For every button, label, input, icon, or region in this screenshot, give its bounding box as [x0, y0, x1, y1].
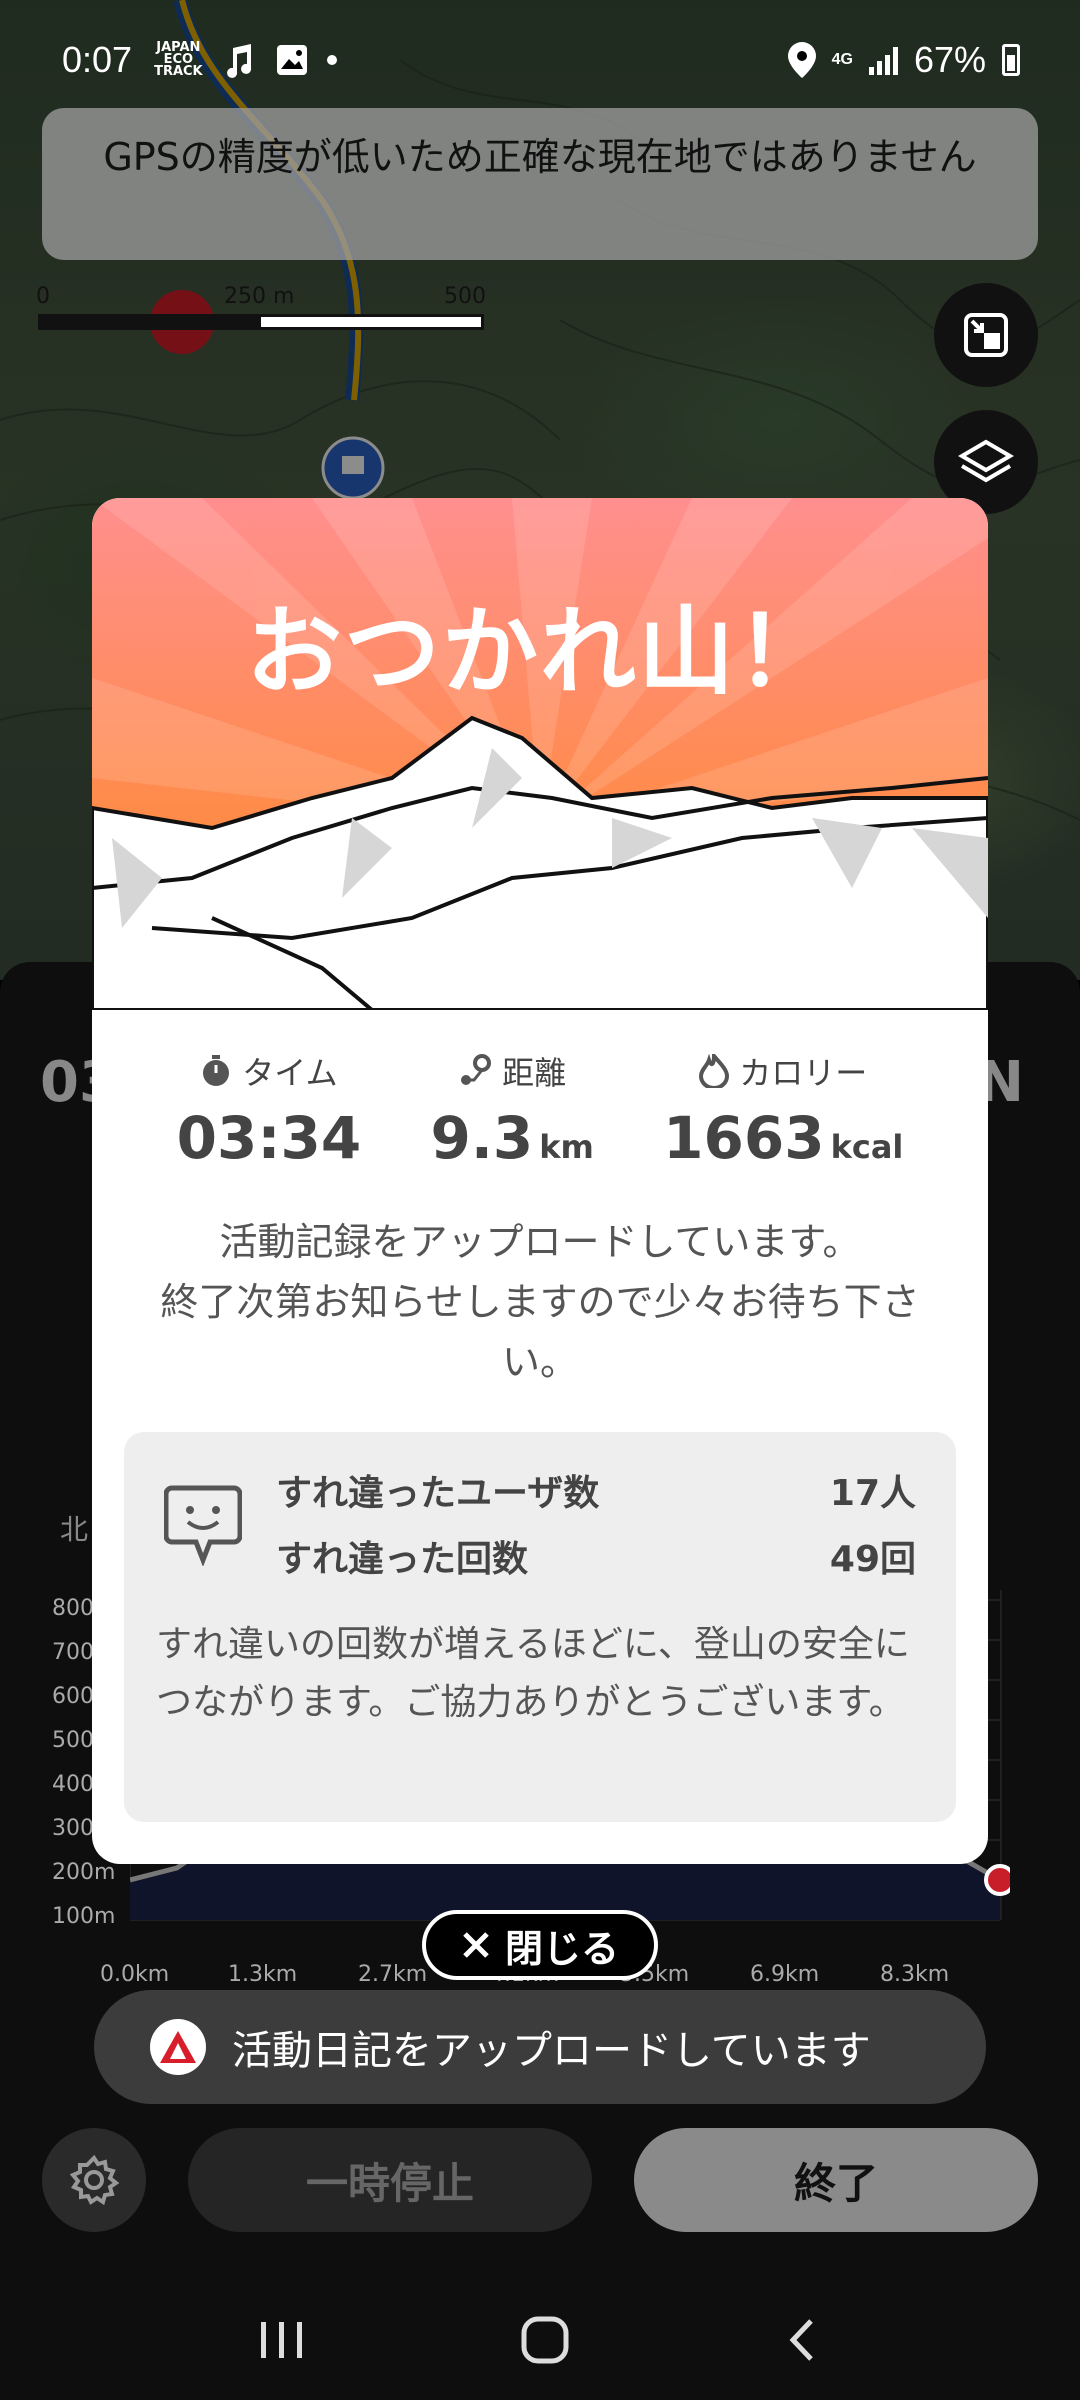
- passed-users-row: すれ違ったユーザ数 17人: [276, 1464, 916, 1516]
- elev-tick-700: 700: [52, 1640, 94, 1665]
- upload-message-line2: 終了次第お知らせしますので少々お待ち下さい。: [160, 1280, 920, 1384]
- recent-apps-icon[interactable]: [257, 2318, 307, 2362]
- elev-tick-100: 100m: [52, 1904, 116, 1929]
- app-logo-icon: [150, 2019, 206, 2075]
- upload-toast: 活動日記をアップロードしています: [94, 1990, 986, 2104]
- dist-tick-5: 6.9km: [750, 1962, 820, 1987]
- system-nav-bar: [0, 2280, 1080, 2400]
- stat-calories: カロリー 1663 kcal: [663, 1048, 903, 1172]
- stat-distance-value: 9.3: [430, 1104, 534, 1172]
- battery-percent: 67%: [913, 39, 986, 80]
- dist-tick-0: 0.0km: [100, 1962, 170, 1987]
- activity-stats: タイム 03:34 距離 9.3 km カロリー 1663 kcal: [92, 1048, 988, 1172]
- dot-icon: [326, 55, 337, 65]
- current-position-marker: [984, 1864, 1010, 1896]
- stat-calories-label: カロリー: [739, 1054, 868, 1092]
- eco-track-icon: JAPAN ECO TRACK: [154, 40, 203, 79]
- gps-warning-banner: GPSの精度が低いため正確な現在地ではありません: [42, 108, 1038, 260]
- stopwatch-icon: [203, 1055, 230, 1086]
- settings-button[interactable]: [42, 2128, 146, 2232]
- upload-message-line1: 活動記録をアップロードしています。: [219, 1220, 861, 1264]
- elev-tick-400: 400: [52, 1772, 94, 1797]
- battery-icon: [1002, 44, 1020, 76]
- dialog-title: おつかれ山！: [246, 596, 834, 708]
- scale-label-250: 250 m: [224, 284, 295, 309]
- stat-calories-value: 1663: [663, 1104, 825, 1172]
- layers-icon: [958, 439, 1014, 483]
- stat-time-label: タイム: [242, 1054, 338, 1092]
- stat-time-value: 03:34: [176, 1104, 362, 1172]
- collapse-icon: [964, 313, 1008, 357]
- signal-icon: [868, 45, 898, 75]
- stat-distance-unit: km: [539, 1128, 594, 1166]
- stat-time: タイム 03:34: [177, 1048, 362, 1172]
- map-scale: 0 250 m 500 m: [36, 284, 486, 334]
- elev-tick-600: 600: [52, 1684, 94, 1709]
- passed-count-value: 49回: [829, 1539, 916, 1580]
- location-pin-icon: [787, 42, 816, 78]
- close-icon: [463, 1932, 489, 1958]
- completion-dialog: おつかれ山！ タイム 03:34 距離 9.3 km カロリー 1663 kcal …: [92, 498, 988, 1864]
- pause-button[interactable]: 一時停止: [188, 2128, 592, 2232]
- status-time: 0:07: [62, 39, 133, 80]
- upload-toast-text: 活動日記をアップロードしています: [232, 2028, 871, 2074]
- network-type: 4G: [831, 51, 853, 68]
- close-button-label: 閉じる: [504, 1926, 619, 1971]
- passing-note: すれ違いの回数が増えるほどに、登山の安全につながります。ご協力ありがとうございま…: [156, 1624, 910, 1723]
- gallery-icon: [276, 45, 307, 75]
- dist-tick-2: 2.7km: [358, 1962, 428, 1987]
- close-button[interactable]: 閉じる: [422, 1910, 658, 1980]
- passing-face-icon: [164, 1485, 242, 1566]
- north-label-partial: 北: [60, 1513, 89, 1546]
- passed-count-row: すれ違った回数 49回: [276, 1530, 916, 1582]
- elev-tick-500: 500: [52, 1728, 94, 1753]
- elev-tick-200: 200m: [52, 1860, 116, 1885]
- elev-tick-300: 300: [52, 1816, 94, 1841]
- upload-message: 活動記録をアップロードしています。 終了次第お知らせしますので少々お待ち下さい。: [152, 1212, 928, 1392]
- route-pin-icon: [461, 1054, 492, 1085]
- back-icon[interactable]: [783, 2315, 823, 2365]
- flame-icon: [699, 1054, 730, 1088]
- gear-icon: [69, 2154, 120, 2206]
- fit-route-button[interactable]: [934, 283, 1038, 387]
- status-bar: 0:07 JAPAN ECO TRACK 4G 67%: [0, 0, 1080, 120]
- music-note-icon: [226, 44, 251, 78]
- elev-tick-800: 800: [52, 1596, 94, 1621]
- dist-tick-1: 1.3km: [228, 1962, 298, 1987]
- stat-distance-label: 距離: [502, 1054, 567, 1092]
- scale-label-0: 0: [36, 284, 50, 309]
- dist-tick-6: 8.3km: [880, 1962, 950, 1987]
- stat-calories-unit: kcal: [830, 1128, 904, 1166]
- passed-users-label: すれ違ったユーザ数: [276, 1473, 600, 1514]
- passed-count-label: すれ違った回数: [276, 1539, 529, 1580]
- home-icon[interactable]: [520, 2315, 570, 2365]
- passing-info-box: すれ違ったユーザ数 17人 すれ違った回数 49回 すれ違いの回数が増えるほどに…: [124, 1432, 956, 1822]
- end-button[interactable]: 終了: [634, 2128, 1038, 2232]
- stat-distance: 距離 9.3 km: [431, 1048, 594, 1172]
- passed-users-value: 17人: [829, 1473, 916, 1514]
